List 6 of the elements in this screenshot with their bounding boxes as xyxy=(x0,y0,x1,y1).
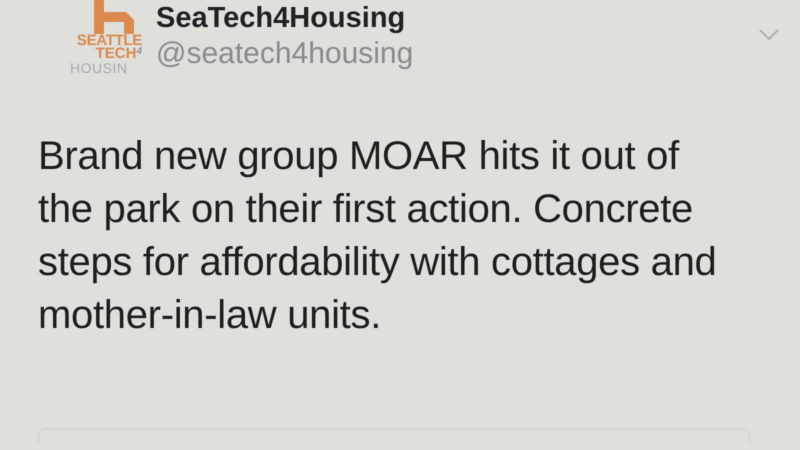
display-name[interactable]: SeaTech4Housing xyxy=(156,0,414,36)
logo-text: SEATTLE xyxy=(76,34,142,47)
logo-text: TECH xyxy=(96,47,136,60)
logo-text: 4 xyxy=(136,47,142,57)
chevron-down-icon[interactable] xyxy=(758,28,780,42)
tweet-text: Brand new group MOAR hits it out of the park on their first action. Concrete steps for affordability with cottages and mother-in-law units. xyxy=(38,133,718,339)
